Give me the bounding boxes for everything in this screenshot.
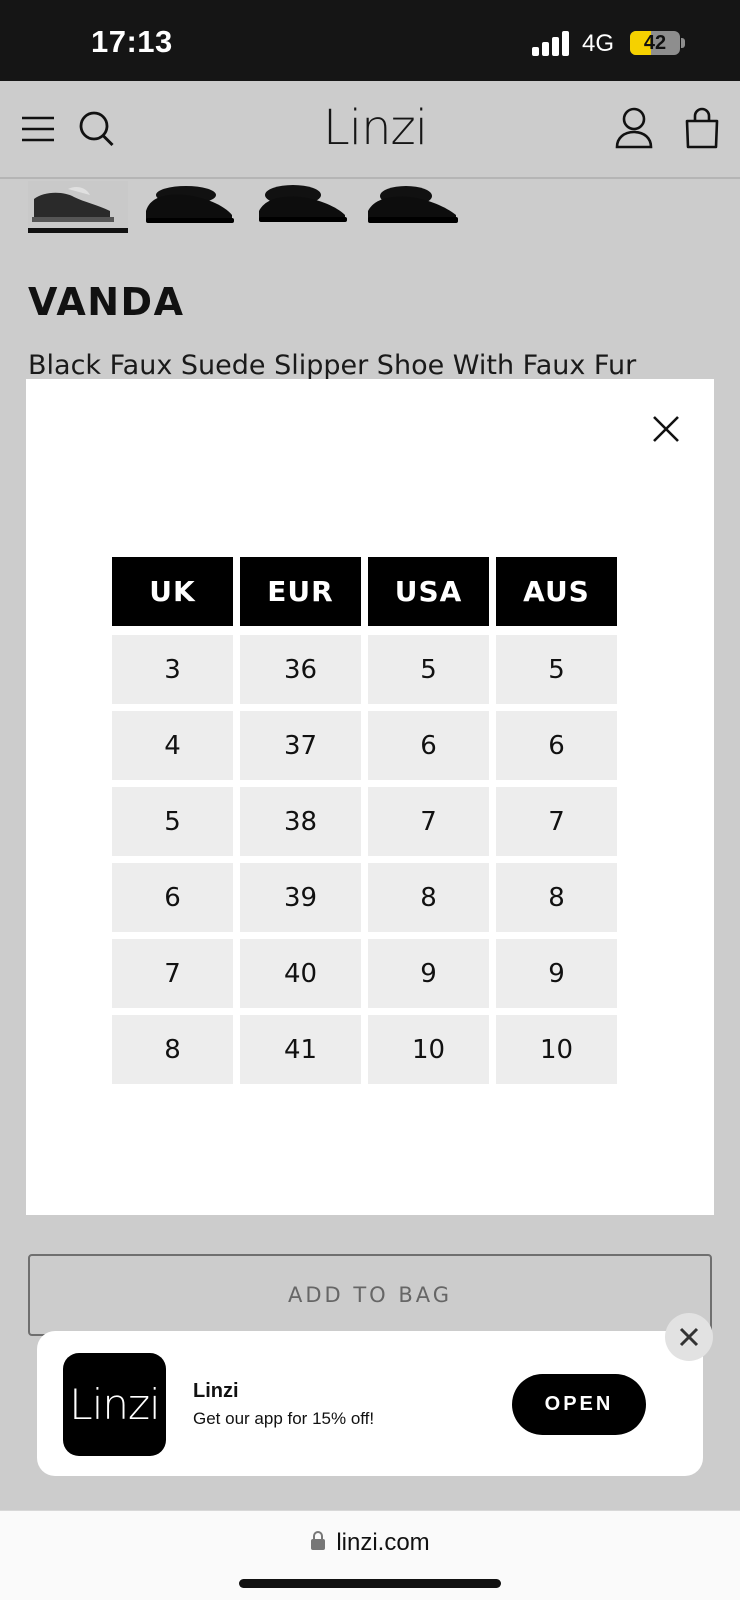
open-app-button[interactable]: OPEN (512, 1374, 646, 1435)
app-install-banner: Linzi Linzi Get our app for 15% off! OPE… (37, 1331, 703, 1476)
product-subtitle: Black Faux Suede Slipper Shoe With Faux … (28, 350, 637, 381)
thumbnail-active-indicator (28, 228, 128, 233)
battery-level: 42 (643, 32, 667, 54)
hamburger-menu-icon[interactable] (21, 115, 55, 143)
lock-icon (310, 1530, 326, 1556)
size-cell: 4 (112, 711, 233, 780)
size-header-uk: UK (112, 557, 233, 626)
add-to-bag-button[interactable]: ADD TO BAG (28, 1254, 712, 1336)
network-type: 4G (582, 30, 615, 57)
size-cell: 41 (240, 1015, 361, 1084)
size-cell: 37 (240, 711, 361, 780)
thumbnail-4[interactable] (366, 181, 466, 231)
battery-icon: 42 (630, 31, 680, 55)
thumbnail-3[interactable] (253, 181, 353, 231)
size-cell: 9 (496, 939, 617, 1008)
thumbnail-1[interactable] (28, 181, 128, 231)
status-time: 17:13 (91, 24, 173, 59)
size-cell: 7 (112, 939, 233, 1008)
app-icon: Linzi (63, 1353, 166, 1456)
size-cell: 3 (112, 635, 233, 704)
size-cell: 5 (112, 787, 233, 856)
size-cell: 6 (496, 711, 617, 780)
size-cell: 5 (368, 635, 489, 704)
user-icon[interactable] (615, 107, 653, 149)
size-cell: 10 (368, 1015, 489, 1084)
size-cell: 8 (496, 863, 617, 932)
battery-cap (681, 38, 685, 48)
size-cell: 10 (496, 1015, 617, 1084)
app-name: Linzi (193, 1380, 239, 1402)
size-cell: 40 (240, 939, 361, 1008)
browser-url-bar[interactable]: linzi.com (0, 1510, 740, 1600)
size-cell: 36 (240, 635, 361, 704)
size-header-eur: EUR (240, 557, 361, 626)
size-cell: 7 (496, 787, 617, 856)
thumbnail-2[interactable] (140, 181, 240, 231)
close-icon[interactable] (646, 409, 686, 449)
size-cell: 9 (368, 939, 489, 1008)
size-cell: 6 (112, 863, 233, 932)
size-cell: 8 (112, 1015, 233, 1084)
status-bar: 17:13 4G 42 (0, 0, 740, 81)
product-title: VANDA (28, 280, 185, 324)
size-cell: 5 (496, 635, 617, 704)
size-header-usa: USA (368, 557, 489, 626)
site-logo[interactable]: Linzi (323, 100, 428, 156)
shopping-bag-icon[interactable] (684, 107, 720, 149)
size-cell: 7 (368, 787, 489, 856)
size-cell: 6 (368, 711, 489, 780)
size-header-aus: AUS (496, 557, 617, 626)
size-cell: 8 (368, 863, 489, 932)
url-text: linzi.com (336, 1529, 430, 1556)
size-cell: 38 (240, 787, 361, 856)
size-chart-modal: UK EUR USA AUS 3 36 5 5 4 37 6 6 5 38 7 7 6 39 8 8 7 40 9 9 8 41 1… (26, 379, 714, 1215)
banner-close-icon[interactable] (665, 1313, 713, 1361)
search-icon[interactable] (78, 109, 116, 149)
cellular-signal-icon (532, 30, 572, 56)
site-header: Linzi (0, 81, 740, 179)
app-promo-text: Get our app for 15% off! (193, 1409, 375, 1428)
size-cell: 39 (240, 863, 361, 932)
home-indicator (239, 1579, 501, 1588)
